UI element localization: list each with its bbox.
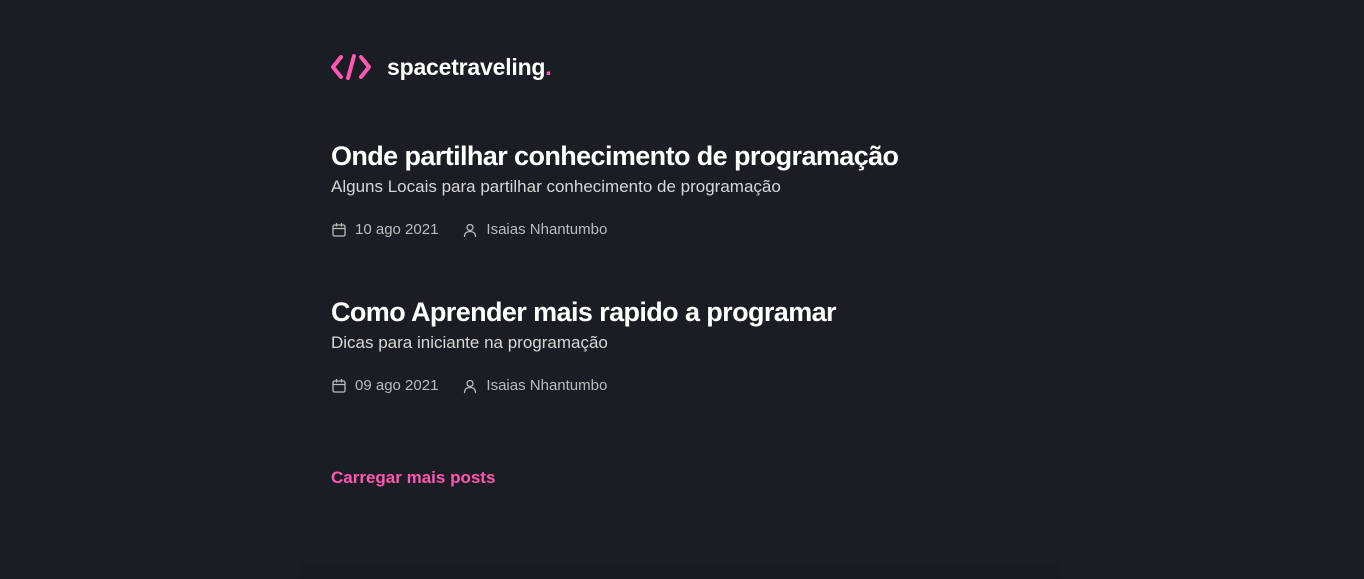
post-title[interactable]: Onde partilhar conhecimento de programaç… [331, 139, 1031, 173]
calendar-icon [332, 222, 346, 237]
code-brackets-icon [331, 54, 371, 80]
site-header-logo[interactable]: spacetraveling. [331, 53, 552, 81]
brand-name: spacetraveling [387, 53, 546, 80]
post-title[interactable]: Como Aprender mais rapido a programar [331, 295, 1031, 329]
calendar-icon [332, 378, 346, 393]
post-author-text: Isaias Nhantumbo [486, 377, 608, 394]
post-item[interactable]: Como Aprender mais rapido a programar Di… [331, 295, 1031, 394]
footer-shadow [300, 555, 1060, 579]
user-icon [464, 379, 477, 393]
post-date: 10 ago 2021 [331, 221, 438, 238]
post-author: Isaias Nhantumbo [462, 221, 607, 238]
post-subtitle: Alguns Locais para partilhar conheciment… [331, 177, 781, 196]
post-author: Isaias Nhantumbo [462, 377, 607, 394]
post-item[interactable]: Onde partilhar conhecimento de programaç… [331, 139, 1031, 238]
user-icon [464, 223, 477, 237]
post-date-text: 09 ago 2021 [355, 377, 439, 394]
post-subtitle: Dicas para iniciante na programação [331, 333, 608, 352]
brand-dot: . [545, 53, 552, 80]
post-author-text: Isaias Nhantumbo [486, 221, 608, 238]
post-date-text: 10 ago 2021 [355, 221, 439, 238]
post-meta: 09 ago 2021 Isaias Nhantumbo [331, 377, 1031, 394]
load-more-posts-button[interactable]: Carregar mais posts [331, 468, 495, 488]
post-date: 09 ago 2021 [331, 377, 438, 394]
post-meta: 10 ago 2021 Isaias Nhantumbo [331, 221, 1031, 238]
